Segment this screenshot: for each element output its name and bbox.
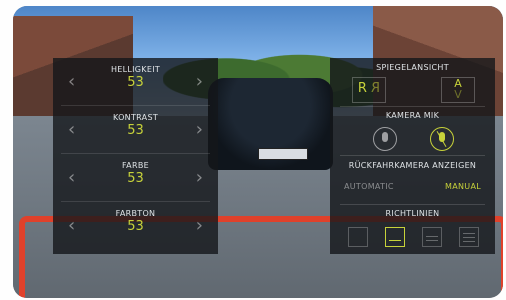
guidelines-title: RICHTLINIEN <box>385 209 440 218</box>
divider <box>340 106 485 107</box>
divider <box>340 204 485 205</box>
guideline-line <box>389 240 401 241</box>
mirror-icon: R R <box>353 81 385 96</box>
adjustment-label: HELLIGKEIT <box>110 65 161 74</box>
adjustment-value: 53 <box>127 171 144 186</box>
display-mode-automatic[interactable]: AUTOMATIC <box>344 182 394 191</box>
adjustment-value: 53 <box>127 123 144 138</box>
adjustment-row-hue: ‹ FARBTON 53 › <box>53 202 218 250</box>
adjustment-row-color: ‹ FARBE 53 › <box>53 154 218 202</box>
adjustment-value: 53 <box>127 219 144 234</box>
guidelines-option-3[interactable] <box>459 227 479 247</box>
microphone-muted-icon[interactable] <box>430 127 454 151</box>
flip-down-glyph: V <box>454 88 462 101</box>
microphone-body <box>382 132 388 142</box>
camera-mic-title: KAMERA MIK <box>385 111 440 120</box>
camera-view: ‹ HELLIGKEIT 53 › ‹ KONTRAST 53 › ‹ FARB… <box>13 6 503 298</box>
chevron-right-icon[interactable]: › <box>196 169 203 187</box>
guideline-line <box>463 241 475 242</box>
adjustment-row-brightness: ‹ HELLIGKEIT 53 › <box>53 58 218 106</box>
chevron-right-icon[interactable]: › <box>196 73 203 91</box>
adjustment-value: 53 <box>127 75 144 90</box>
adjustment-label: KONTRAST <box>112 113 159 122</box>
microphone-on-icon[interactable] <box>373 127 397 151</box>
guideline-line <box>463 237 475 238</box>
adjustment-label: FARBTON <box>115 209 156 218</box>
mirror-letter-reversed: R <box>371 81 381 96</box>
mirror-view-title: SPIEGELANSICHT <box>376 63 449 72</box>
mirror-letter: R <box>357 81 367 96</box>
chevron-right-icon[interactable]: › <box>196 121 203 139</box>
screen: ‹ HELLIGKEIT 53 › ‹ KONTRAST 53 › ‹ FARB… <box>0 0 506 300</box>
guideline-line <box>426 240 438 241</box>
guideline-line <box>426 236 438 237</box>
divider <box>340 155 485 156</box>
guideline-line <box>463 233 475 234</box>
guidelines-option-1[interactable] <box>385 227 405 247</box>
flip-vertical-icon: A V <box>442 77 474 102</box>
rear-camera-display-title: RÜCKFAHRKAMERA ANZEIGEN <box>348 161 477 170</box>
flip-vertical-button[interactable]: A V <box>441 77 475 103</box>
guidelines-option-none[interactable] <box>348 227 368 247</box>
chevron-right-icon[interactable]: › <box>196 217 203 235</box>
adjustment-label: FARBE <box>122 161 149 170</box>
image-adjustments-panel: ‹ HELLIGKEIT 53 › ‹ KONTRAST 53 › ‹ FARB… <box>53 58 218 254</box>
camera-settings-panel: SPIEGELANSICHT R R A V KAMERA MIK RÜCKFA… <box>330 58 495 254</box>
adjustment-row-contrast: ‹ KONTRAST 53 › <box>53 106 218 154</box>
mirror-toggle-button[interactable]: R R <box>352 77 386 103</box>
camera-car-plate <box>258 148 308 160</box>
display-mode-manual[interactable]: MANUAL <box>445 182 481 191</box>
guidelines-option-2[interactable] <box>422 227 442 247</box>
